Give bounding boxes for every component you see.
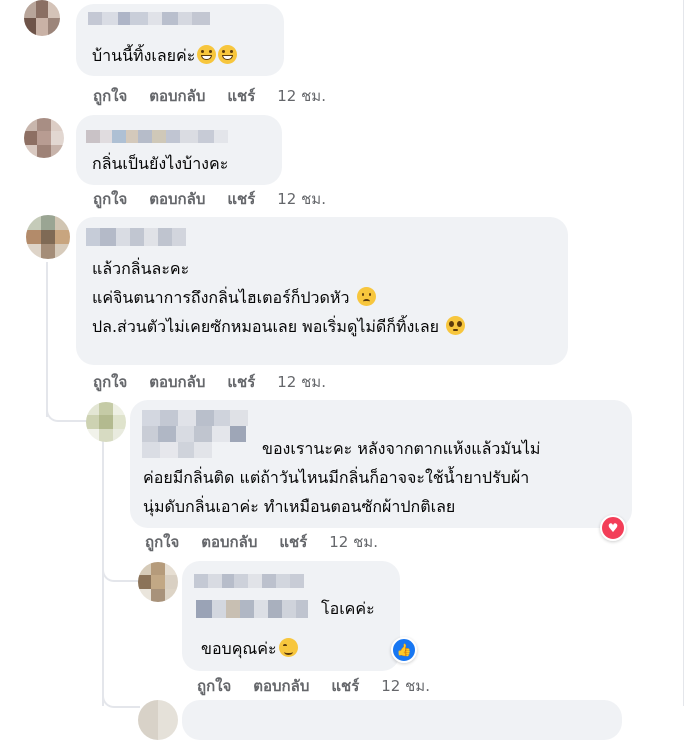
commenter-name-blurred[interactable] [194, 574, 304, 588]
commenter-name-blurred[interactable] [88, 12, 210, 25]
reply-button[interactable]: ตอบกลับ [149, 190, 205, 208]
comment-bubble [76, 115, 282, 185]
avatar[interactable] [24, 118, 64, 158]
like-button[interactable]: ถูกใจ [197, 677, 231, 695]
timestamp-link[interactable]: 12 ชม. [329, 533, 378, 551]
comment-actions: ถูกใจ ตอบกลับ แชร์ 12 ชม. [197, 677, 430, 695]
tagged-name-blurred[interactable] [196, 600, 308, 618]
share-button[interactable]: แชร์ [227, 87, 255, 105]
comment-actions: ถูกใจ ตอบกลับ แชร์ 12 ชม. [93, 373, 326, 391]
comment-text: ค่อยมีกลิ่นติด แต่ถ้าวันไหนมีกลิ่นก็อาจจ… [143, 463, 529, 521]
grinning-sweat-emoji [218, 45, 238, 64]
comment-line: นุ่มดับกลิ่นเอาค่ะ ทำเหมือนตอนซักผ้าปกติ… [143, 497, 456, 516]
share-button[interactable]: แชร์ [227, 373, 255, 391]
like-reaction-icon[interactable]: 👍 [391, 637, 417, 663]
timestamp-link[interactable]: 12 ชม. [277, 87, 326, 105]
comment-line: ของเรานะคะ หลังจากตากแห้งแล้วมันไม่ [262, 439, 541, 458]
like-button[interactable]: ถูกใจ [93, 190, 127, 208]
avatar[interactable] [138, 562, 178, 602]
avatar[interactable] [138, 700, 178, 740]
like-button[interactable]: ถูกใจ [93, 373, 127, 391]
comment-bubble [182, 700, 622, 740]
thread-connector-reply3 [102, 686, 140, 708]
pleading-emoji [446, 316, 466, 335]
right-edge-divider [683, 0, 684, 706]
thread-line-main [46, 262, 48, 417]
comment-line: ปล.ส่วนตัวไม่เคยซักหมอนเลย พอเริ่มดูไม่ด… [92, 317, 440, 336]
timestamp-link[interactable]: 12 ชม. [381, 677, 430, 695]
timestamp-link[interactable]: 12 ชม. [277, 190, 326, 208]
commenter-name-blurred[interactable] [86, 130, 228, 143]
reply-button[interactable]: ตอบกลับ [149, 87, 205, 105]
timestamp-link[interactable]: 12 ชม. [277, 373, 326, 391]
like-button[interactable]: ถูกใจ [93, 87, 127, 105]
comment-text: บ้านนี้ทิ้งเลยค่ะ [92, 45, 238, 66]
thread-connector-reply1 [46, 400, 88, 422]
comment-line: แล้วกลิ่นละคะ [92, 259, 190, 278]
thread-connector-reply2 [102, 560, 140, 582]
love-reaction-icon[interactable]: ♥ [600, 515, 626, 541]
share-button[interactable]: แชร์ [279, 533, 307, 551]
comment-text: แล้วกลิ่นละคะ แค่จินตนาการถึงกลิ่นไฮเตอร… [92, 254, 466, 341]
grinning-sweat-emoji [197, 45, 217, 64]
like-button[interactable]: ถูกใจ [145, 533, 179, 551]
share-button[interactable]: แชร์ [331, 677, 359, 695]
comment-actions: ถูกใจ ตอบกลับ แชร์ 12 ชม. [93, 190, 326, 208]
reply-button[interactable]: ตอบกลับ [201, 533, 257, 551]
worried-emoji [356, 287, 376, 306]
comment-actions: ถูกใจ ตอบกลับ แชร์ 12 ชม. [145, 533, 378, 551]
comment-text: ขอบคุณค่ะ [201, 638, 298, 659]
smiling-blush-emoji [278, 638, 298, 657]
share-button[interactable]: แชร์ [227, 190, 255, 208]
comment-line: แค่จินตนาการถึงกลิ่นไฮเตอร์ก็ปวดหัว [92, 288, 350, 307]
comment-text: กลิ่นเป็นยังไงบ้างคะ [92, 154, 229, 173]
commenter-name-blurred[interactable] [142, 410, 248, 458]
reply-button[interactable]: ตอบกลับ [253, 677, 309, 695]
avatar[interactable] [86, 402, 126, 442]
comment-actions: ถูกใจ ตอบกลับ แชร์ 12 ชม. [93, 87, 326, 105]
comment-text: โอเคค่ะ [321, 599, 375, 618]
avatar[interactable] [24, 0, 60, 36]
comment-text: ของเรานะคะ หลังจากตากแห้งแล้วมันไม่ [262, 434, 540, 463]
commenter-name-blurred[interactable] [86, 228, 186, 246]
reply-button[interactable]: ตอบกลับ [149, 373, 205, 391]
avatar[interactable] [26, 215, 70, 259]
comment-line: ค่อยมีกลิ่นติด แต่ถ้าวันไหนมีกลิ่นก็อาจจ… [143, 468, 530, 487]
